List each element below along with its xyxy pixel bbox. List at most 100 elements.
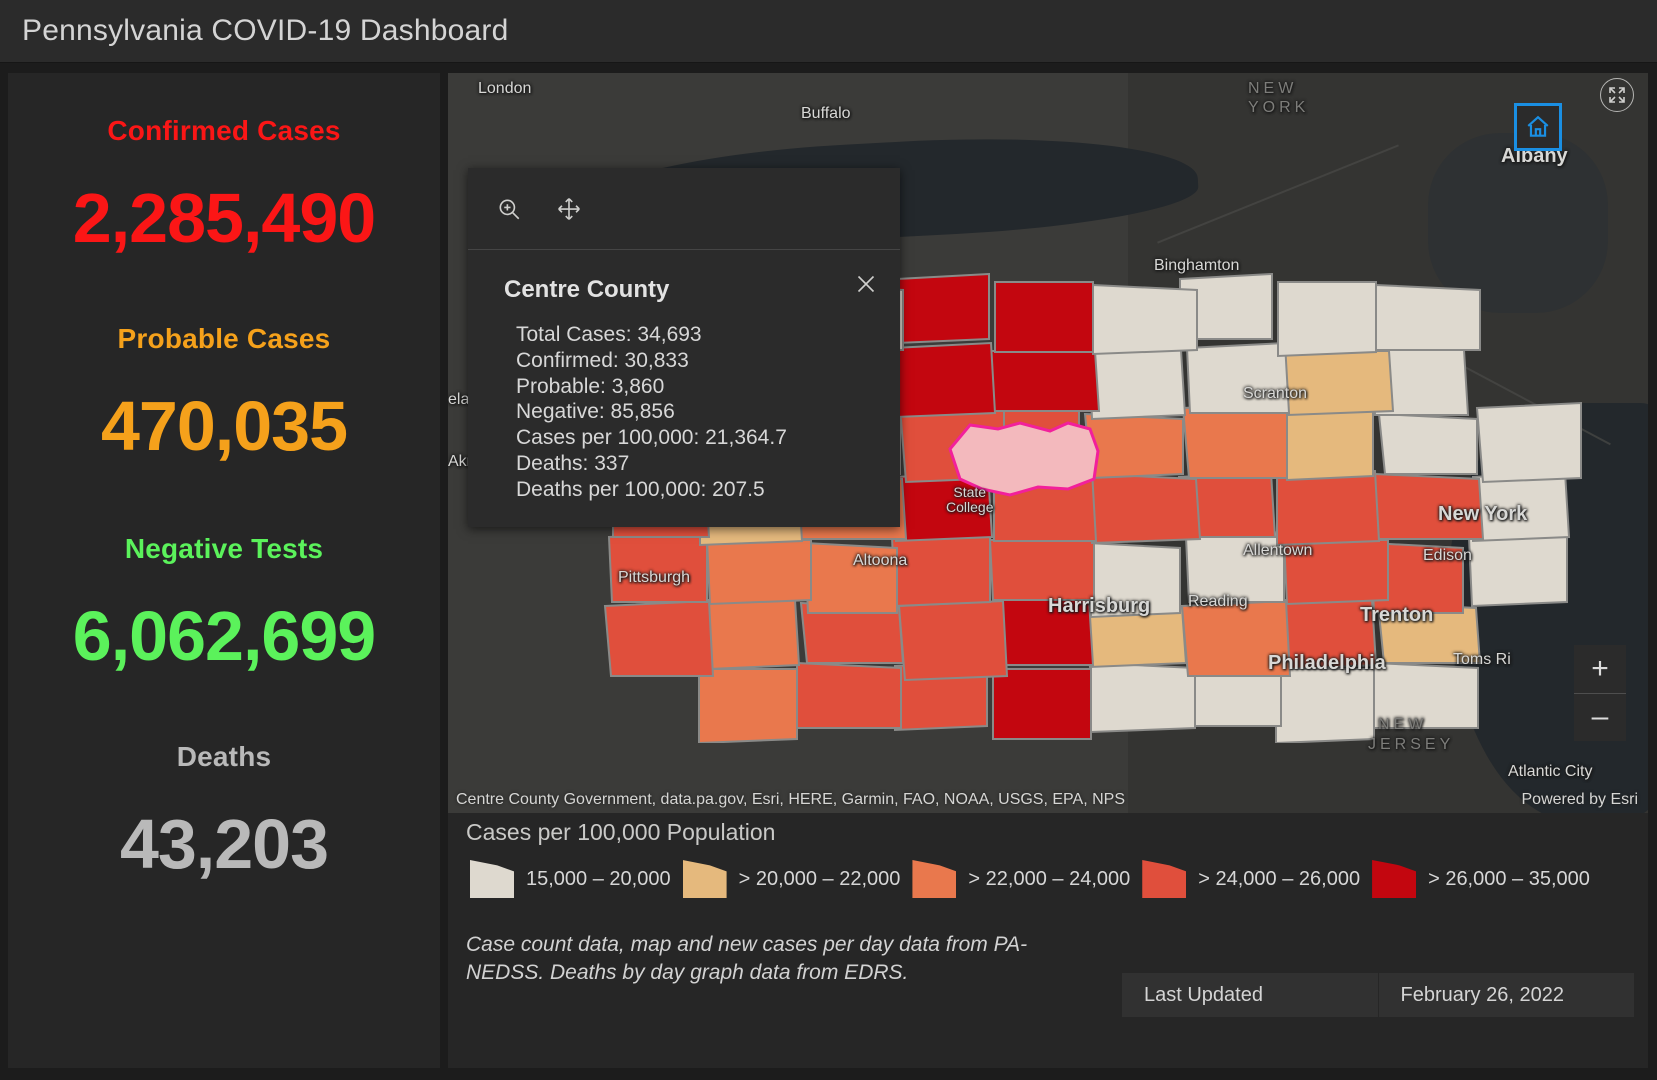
county-polygon[interactable]	[1186, 532, 1284, 602]
kpi-probable-cases: Probable Cases 470,035	[8, 323, 440, 461]
legend-item[interactable]: 15,000 – 20,000	[470, 860, 671, 898]
popup-attribute-list: Total Cases: 34,693Confirmed: 30,833Prob…	[504, 322, 870, 503]
legend-label: 15,000 – 20,000	[526, 868, 671, 891]
zoom-out-button[interactable]: –	[1574, 694, 1626, 742]
county-polygon[interactable]	[997, 600, 1093, 665]
legend-label: > 22,000 – 24,000	[968, 868, 1130, 891]
county-polygon[interactable]	[699, 669, 797, 743]
legend-swatch	[470, 860, 514, 898]
zoom-to-icon[interactable]	[496, 196, 522, 222]
county-polygon[interactable]	[995, 282, 1093, 352]
county-polygon[interactable]	[805, 543, 897, 613]
county-polygon[interactable]	[1379, 414, 1477, 474]
popup-attribute-row: Total Cases: 34,693	[516, 322, 870, 348]
county-polygon[interactable]	[1285, 351, 1393, 415]
legend-item-list: 15,000 – 20,000 > 20,000 – 22,000 > 22,000…	[470, 860, 1648, 898]
kpi-value-confirmed-cases: 2,285,490	[8, 183, 440, 253]
county-polygon[interactable]	[991, 351, 1099, 411]
county-polygon[interactable]	[1183, 403, 1287, 478]
page-title: Pennsylvania COVID-19 Dashboard	[22, 14, 508, 48]
county-polygon[interactable]	[1284, 540, 1388, 604]
kpi-negative-tests: Negative Tests 6,062,699	[8, 533, 440, 671]
data-source-footnote: Case count data, map and new cases per d…	[466, 931, 1066, 986]
county-polygon[interactable]	[893, 343, 995, 417]
popup-attribute-row: Confirmed: 30,833	[516, 348, 870, 374]
county-polygon[interactable]	[1374, 663, 1478, 728]
popup-attribute-row: Probable: 3,860	[516, 374, 870, 400]
county-polygon[interactable]	[1276, 669, 1374, 743]
county-polygon[interactable]	[1089, 345, 1185, 419]
kpi-label-probable-cases: Probable Cases	[8, 323, 440, 355]
county-polygon[interactable]	[899, 601, 1007, 680]
county-polygon[interactable]	[1182, 601, 1290, 676]
county-polygon[interactable]	[797, 663, 901, 728]
county-polygon[interactable]	[993, 669, 1091, 739]
popup-body: Centre County Total Cases: 34,693Confirm…	[468, 250, 900, 527]
pan-icon[interactable]	[556, 196, 582, 222]
expand-icon[interactable]	[1600, 78, 1634, 112]
kpi-value-deaths: 43,203	[8, 809, 440, 879]
county-polygon[interactable]	[1091, 663, 1195, 732]
popup-attribute-row: Cases per 100,000: 21,364.7	[516, 425, 870, 451]
county-polygon[interactable]	[1477, 403, 1581, 482]
legend-item[interactable]: > 22,000 – 24,000	[912, 860, 1130, 898]
popup-attribute-row: Deaths: 337	[516, 451, 870, 477]
last-updated-value: February 26, 2022	[1378, 973, 1635, 1017]
popup-toolbar	[468, 168, 900, 250]
county-polygon[interactable]	[1093, 285, 1197, 354]
legend-swatch	[912, 860, 956, 898]
county-polygon[interactable]	[1088, 543, 1180, 617]
kpi-value-negative-tests: 6,062,699	[8, 601, 440, 671]
county-polygon[interactable]	[1280, 600, 1376, 669]
county-polygon[interactable]	[1187, 343, 1289, 413]
kpi-label-deaths: Deaths	[8, 741, 440, 773]
popup-attribute-row: Deaths per 100,000: 207.5	[516, 477, 870, 503]
county-polygon[interactable]	[1376, 285, 1480, 350]
home-icon[interactable]	[1514, 103, 1562, 151]
county-centre[interactable]	[950, 423, 1098, 495]
legend-swatch	[1142, 860, 1186, 898]
map-legend: Cases per 100,000 Population 15,000 – 20…	[448, 817, 1648, 922]
legend-label: > 26,000 – 35,000	[1428, 868, 1590, 891]
kpi-confirmed-cases: Confirmed Cases 2,285,490	[8, 115, 440, 253]
dashboard-root: Pennsylvania COVID-19 Dashboard Confirme…	[0, 0, 1657, 1080]
county-polygon[interactable]	[1375, 474, 1483, 539]
app-header: Pennsylvania COVID-19 Dashboard	[0, 0, 1657, 63]
legend-label: > 20,000 – 22,000	[739, 868, 901, 891]
map-panel: LondonBuffaloNEWYORKAlbanyBinghamtonScra…	[448, 73, 1648, 1068]
county-polygon[interactable]	[1278, 282, 1376, 356]
legend-title: Cases per 100,000 Population	[466, 819, 1648, 846]
kpi-label-confirmed-cases: Confirmed Cases	[8, 115, 440, 147]
zoom-in-button[interactable]: +	[1574, 645, 1626, 694]
county-polygon[interactable]	[1277, 471, 1379, 545]
county-polygon[interactable]	[707, 540, 811, 604]
legend-swatch	[683, 860, 727, 898]
kpi-deaths: Deaths 43,203	[8, 741, 440, 879]
legend-item[interactable]: > 20,000 – 22,000	[683, 860, 901, 898]
kpi-label-negative-tests: Negative Tests	[8, 533, 440, 565]
legend-item[interactable]: > 26,000 – 35,000	[1372, 860, 1590, 898]
map-attribution: Centre County Government, data.pa.gov, E…	[456, 791, 1125, 809]
last-updated-table: Last Updated February 26, 2022	[1122, 973, 1634, 1017]
kpi-sidebar: Confirmed Cases 2,285,490 Probable Cases…	[8, 73, 440, 1068]
zoom-controls[interactable]: + –	[1574, 645, 1626, 741]
powered-by-esri: Powered by Esri	[1522, 791, 1639, 809]
county-polygon[interactable]	[892, 532, 990, 606]
county-polygon[interactable]	[990, 540, 1094, 600]
last-updated-label: Last Updated	[1122, 973, 1378, 1017]
county-polygon[interactable]	[703, 600, 799, 669]
feature-popup[interactable]: Centre County Total Cases: 34,693Confirm…	[468, 168, 900, 527]
county-polygon[interactable]	[609, 532, 707, 602]
legend-label: > 24,000 – 26,000	[1198, 868, 1360, 891]
county-polygon[interactable]	[897, 274, 989, 343]
county-polygon[interactable]	[1092, 474, 1200, 543]
county-polygon[interactable]	[1085, 414, 1183, 478]
kpi-value-probable-cases: 470,035	[8, 391, 440, 461]
county-polygon[interactable]	[1469, 532, 1567, 606]
close-icon[interactable]	[854, 272, 878, 296]
popup-attribute-row: Negative: 85,856	[516, 399, 870, 425]
popup-title: Centre County	[504, 276, 870, 304]
county-polygon[interactable]	[1281, 411, 1373, 480]
legend-item[interactable]: > 24,000 – 26,000	[1142, 860, 1360, 898]
county-polygon[interactable]	[605, 601, 713, 676]
